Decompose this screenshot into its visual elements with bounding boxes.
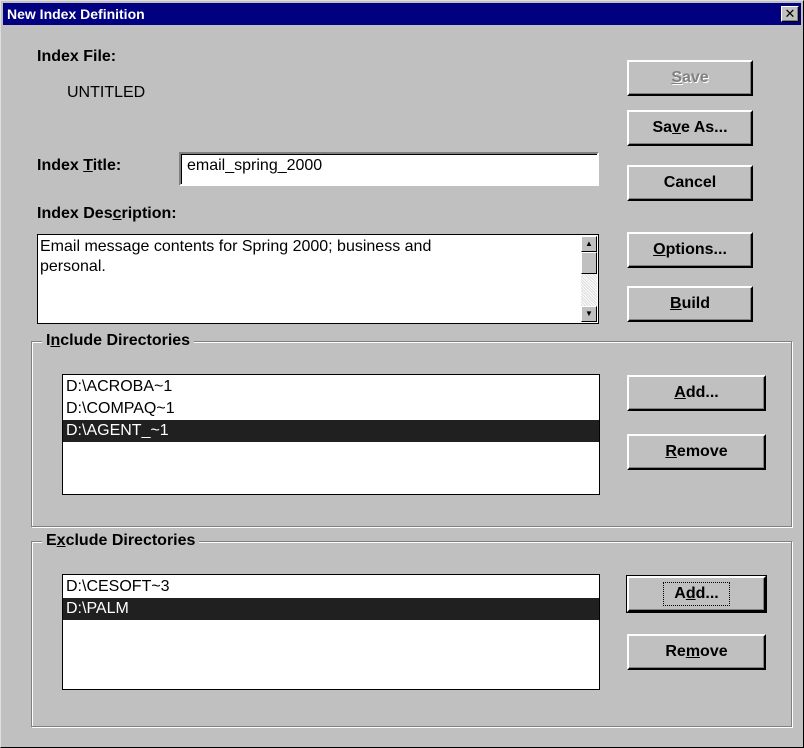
scroll-up-icon[interactable]: ▲: [581, 236, 597, 252]
description-line-1: Email message contents for Spring 2000; …: [40, 238, 432, 255]
window-title: New Index Definition: [7, 6, 145, 22]
cancel-button[interactable]: Cancel: [627, 165, 753, 201]
list-item[interactable]: D:\ACROBA~1: [63, 376, 599, 398]
include-directories-title: Include Directories: [42, 331, 195, 351]
list-item[interactable]: D:\CESOFT~3: [63, 576, 599, 598]
index-title-label: Index Title:: [37, 157, 122, 174]
close-icon[interactable]: ✕: [781, 6, 799, 22]
description-line-2: personal.: [40, 258, 106, 275]
list-item-selected[interactable]: D:\AGENT_~1: [63, 420, 599, 442]
include-add-button[interactable]: Add...: [627, 375, 766, 411]
exclude-add-button[interactable]: Add...: [626, 575, 767, 613]
save-as-button[interactable]: Save As...: [627, 110, 753, 146]
index-title-input[interactable]: email_spring_2000: [179, 152, 599, 186]
build-button[interactable]: Build: [627, 286, 753, 322]
description-scrollbar[interactable]: ▲ ▼: [581, 236, 597, 322]
exclude-directories-title: Exclude Directories: [42, 531, 200, 551]
index-file-label: Index File:: [37, 48, 117, 65]
title-bar[interactable]: New Index Definition ✕: [3, 3, 801, 25]
save-button[interactable]: Save: [627, 60, 753, 96]
dialog-window: New Index Definition ✕ Index File: UNTIT…: [0, 0, 804, 748]
include-remove-button[interactable]: Remove: [627, 434, 766, 470]
exclude-remove-button[interactable]: Remove: [627, 634, 766, 670]
list-item-selected[interactable]: D:\PALM: [63, 598, 599, 620]
scroll-thumb[interactable]: [581, 252, 597, 274]
scroll-down-icon[interactable]: ▼: [581, 306, 597, 322]
options-button[interactable]: Options...: [627, 232, 753, 268]
exclude-directories-list[interactable]: D:\CESOFT~3 D:\PALM: [62, 574, 600, 690]
index-description-label: Index Description:: [37, 205, 177, 222]
index-description-textarea[interactable]: Email message contents for Spring 2000; …: [37, 234, 599, 324]
include-directories-list[interactable]: D:\ACROBA~1 D:\COMPAQ~1 D:\AGENT_~1: [62, 374, 600, 495]
index-file-value: UNTITLED: [67, 84, 146, 101]
list-item[interactable]: D:\COMPAQ~1: [63, 398, 599, 420]
